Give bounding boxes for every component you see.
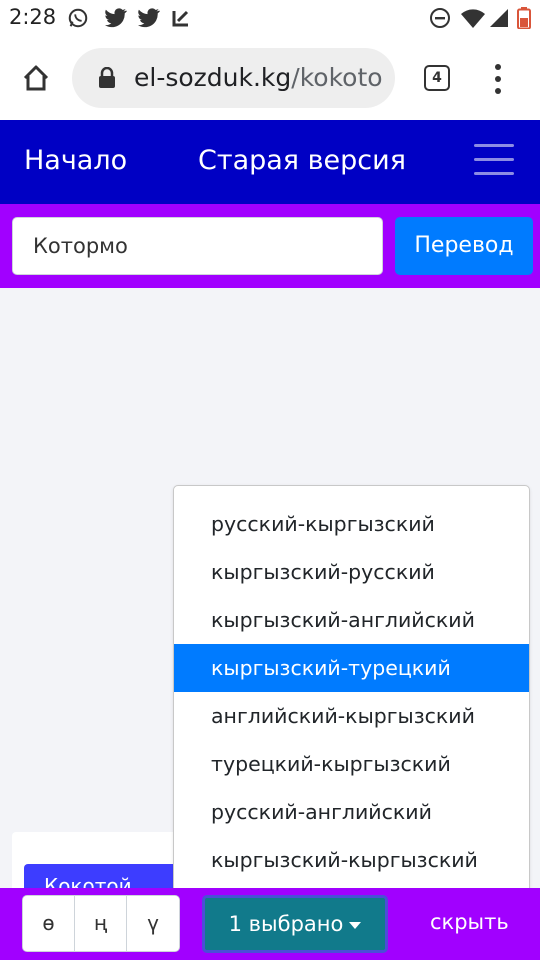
tab-switcher-button[interactable]: 4	[424, 65, 450, 91]
tab-count: 4	[432, 70, 442, 86]
search-input[interactable]: Котормо	[12, 217, 383, 275]
letter-button[interactable]: ң	[75, 896, 127, 951]
dropdown-option[interactable]: кыргызский-кыргызский	[174, 836, 529, 884]
twitter-icon	[137, 6, 161, 30]
battery-icon	[512, 6, 536, 30]
url-path: /kokoto	[291, 63, 383, 92]
whatsapp-icon	[66, 6, 90, 30]
hamburger-menu-icon[interactable]	[474, 144, 514, 178]
status-bar: 2:28	[0, 0, 540, 36]
dropdown-option[interactable]: русский-кыргызский	[174, 500, 529, 548]
more-options-icon[interactable]	[486, 61, 510, 95]
dropdown-option[interactable]: турецкий-кыргызский	[174, 740, 529, 788]
dictionary-select-button[interactable]: 1 выбрано	[202, 895, 388, 953]
dropdown-option[interactable]: английский-кыргызский	[174, 692, 529, 740]
search-bar: Котормо Перевод	[0, 204, 540, 288]
dropdown-option[interactable]: кыргызский-английский	[174, 596, 529, 644]
address-bar[interactable]: el-sozduk.kg/kokoto	[72, 48, 395, 108]
signal-icon	[487, 6, 511, 30]
site-navbar: Начало Старая версия	[0, 120, 540, 204]
do-not-disturb-icon	[428, 6, 452, 30]
dropdown-option-selected[interactable]: кыргызский-турецкий	[174, 644, 529, 692]
status-time: 2:28	[9, 5, 57, 29]
letter-button[interactable]: ө	[23, 896, 75, 951]
nav-home-link[interactable]: Начало	[24, 145, 127, 176]
url-text: el-sozduk.kg/kokoto	[134, 63, 383, 92]
dropdown-option[interactable]: кыргызский-русский	[174, 548, 529, 596]
translate-button[interactable]: Перевод	[395, 217, 533, 275]
twitter-icon	[104, 6, 128, 30]
special-letters-group: ө ң ү	[22, 895, 180, 952]
nav-old-version-link[interactable]: Старая версия	[198, 145, 406, 176]
caret-down-icon	[349, 921, 362, 929]
letter-button[interactable]: ү	[127, 896, 179, 951]
url-domain: el-sozduk.kg	[134, 63, 292, 92]
lock-icon	[98, 66, 116, 89]
wifi-icon	[461, 6, 485, 30]
selected-count: 1 выбрано	[228, 912, 344, 936]
home-icon[interactable]	[18, 60, 54, 96]
feedly-icon	[169, 6, 193, 30]
dictionary-dropdown-menu: русский-кыргызский кыргызский-русский кы…	[173, 485, 530, 894]
bottom-toolbar: ө ң ү 1 выбрано скрыть	[0, 888, 540, 960]
browser-toolbar: el-sozduk.kg/kokoto 4	[0, 36, 540, 120]
dropdown-option[interactable]: русский-английский	[174, 788, 529, 836]
hide-link[interactable]: скрыть	[430, 910, 509, 934]
